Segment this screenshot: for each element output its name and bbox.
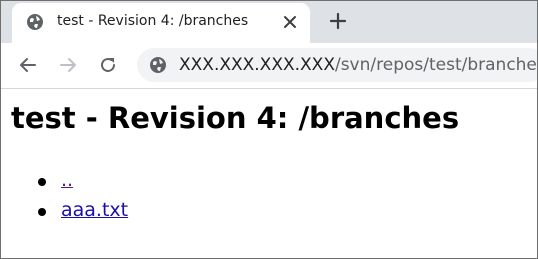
reload-icon[interactable] bbox=[98, 55, 118, 75]
url-path: /svn/repos/test/branches/ bbox=[334, 55, 538, 75]
toolbar: XXX.XXX.XXX.XXX/svn/repos/test/branches/ bbox=[1, 43, 537, 89]
url-host: XXX.XXX.XXX.XXX bbox=[179, 55, 335, 75]
close-icon[interactable] bbox=[283, 15, 297, 29]
browser-window: test - Revision 4: /branches XXX.XXX.XXX… bbox=[0, 0, 538, 259]
page-content: test - Revision 4: /branches .. aaa.txt bbox=[1, 89, 537, 258]
page-title: test - Revision 4: /branches bbox=[11, 101, 460, 135]
arrow-left-icon[interactable] bbox=[18, 55, 38, 75]
globe-icon bbox=[150, 57, 166, 73]
parent-directory-link[interactable]: .. bbox=[61, 169, 73, 191]
file-link-aaa-txt[interactable]: aaa.txt bbox=[61, 199, 128, 221]
url-text[interactable]: XXX.XXX.XXX.XXX/svn/repos/test/branches/ bbox=[179, 55, 538, 75]
bullet-icon bbox=[38, 178, 46, 186]
bullet-icon bbox=[38, 208, 46, 216]
tab-active[interactable]: test - Revision 4: /branches bbox=[12, 3, 310, 43]
tab-title: test - Revision 4: /branches bbox=[57, 13, 249, 29]
arrow-right-icon[interactable] bbox=[58, 55, 78, 75]
plus-icon[interactable] bbox=[329, 12, 347, 30]
globe-icon bbox=[27, 14, 43, 30]
tab-strip: test - Revision 4: /branches bbox=[1, 1, 537, 43]
address-bar[interactable]: XXX.XXX.XXX.XXX/svn/repos/test/branches/ bbox=[137, 48, 538, 82]
